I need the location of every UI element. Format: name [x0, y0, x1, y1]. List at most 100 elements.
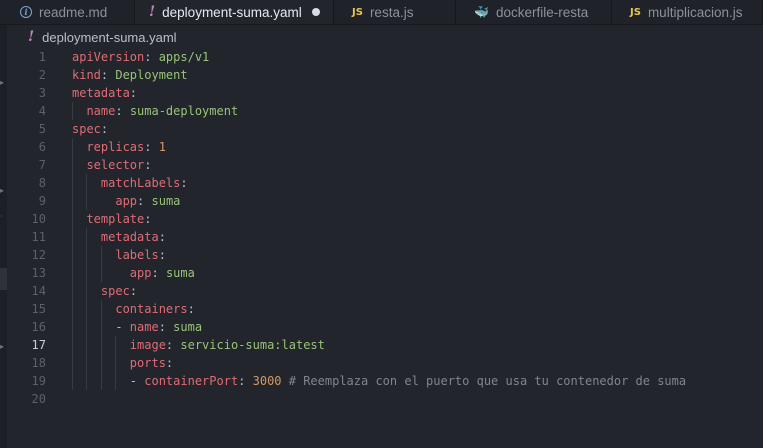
- code-text: apiVersion: apps/v1: [72, 48, 209, 66]
- code-line[interactable]: 11 metadata:: [7, 228, 763, 246]
- code-line[interactable]: 6 replicas: 1: [7, 138, 763, 156]
- yaml-separator: :: [100, 68, 116, 82]
- info-icon: i: [20, 6, 32, 18]
- code-text: ports:: [72, 354, 173, 372]
- yaml-separator: :: [144, 140, 159, 154]
- unsaved-changes-dot-icon[interactable]: [311, 8, 320, 16]
- code-line[interactable]: 14 spec:: [7, 282, 763, 300]
- yaml-separator: :: [158, 230, 166, 244]
- line-number: 8: [38, 176, 46, 190]
- yaml-key: name: [86, 104, 116, 118]
- yaml-separator: :: [144, 212, 152, 226]
- code-text: labels:: [72, 246, 166, 264]
- line-number: 5: [38, 122, 46, 136]
- code-text: name: suma-deployment: [72, 102, 238, 120]
- yaml-separator: :: [158, 248, 166, 262]
- sidebar-selected-item[interactable]: [0, 268, 7, 290]
- breadcrumb[interactable]: ! deployment-suma.yaml: [28, 28, 177, 46]
- yaml-value: Deployment: [115, 68, 188, 82]
- code-line[interactable]: 20: [7, 390, 763, 408]
- yaml-key: app: [129, 266, 152, 280]
- code-line[interactable]: 7 selector:: [7, 156, 763, 174]
- yaml-separator: :: [137, 194, 152, 208]
- docker-whale-icon: 🐳: [474, 5, 489, 19]
- line-number: 3: [38, 86, 46, 100]
- yaml-separator: :: [129, 284, 138, 298]
- line-number: 19: [31, 374, 46, 388]
- line-number: 12: [31, 248, 46, 262]
- code-editor[interactable]: 1 apiVersion: apps/v1 2 kind: Deployment 3 me…: [7, 48, 763, 448]
- line-number: 18: [31, 356, 46, 370]
- code-text: spec:: [72, 120, 108, 138]
- yaml-value: apps/v1: [158, 50, 210, 64]
- yaml-key: name: [129, 320, 159, 334]
- code-line[interactable]: 5 spec:: [7, 120, 763, 138]
- tab-label: dockerfile-resta: [495, 4, 589, 20]
- tab-multiplicacion-js[interactable]: JS multiplicacion.js: [612, 0, 763, 24]
- line-number: 7: [38, 158, 46, 172]
- yaml-value: 1: [158, 140, 166, 154]
- yaml-key: containerPort: [144, 374, 239, 388]
- line-number: 2: [38, 68, 46, 82]
- breadcrumb-file: deployment-suma.yaml: [42, 29, 177, 45]
- yaml-separator: :: [238, 374, 253, 388]
- line-number: 9: [38, 194, 46, 208]
- code-line[interactable]: 16 - name: suma: [7, 318, 763, 336]
- tab-readme[interactable]: i readme.md: [0, 0, 135, 24]
- tab-dockerfile-resta[interactable]: 🐳 dockerfile-resta: [456, 0, 612, 24]
- yaml-key: template: [86, 212, 145, 226]
- yaml-key: selector: [86, 158, 145, 172]
- yaml-key: kind: [72, 68, 101, 82]
- code-line[interactable]: 12 labels:: [7, 246, 763, 264]
- tab-label: deployment-suma.yaml: [162, 4, 302, 20]
- line-number: 1: [38, 50, 46, 64]
- yaml-separator: :: [144, 50, 159, 64]
- line-number: 6: [38, 140, 46, 154]
- code-line[interactable]: 10 template:: [7, 210, 763, 228]
- code-line[interactable]: 18 ports:: [7, 354, 763, 372]
- yaml-value: servicio-suma:latest: [180, 338, 325, 352]
- line-number: 14: [31, 284, 46, 298]
- tab-label: multiplicacion.js: [647, 4, 743, 20]
- yaml-separator: :: [165, 356, 174, 370]
- code-line[interactable]: 17 image: servicio-suma:latest: [7, 336, 763, 354]
- yaml-separator: :: [144, 158, 152, 172]
- tab-resta-js[interactable]: JS resta.js: [334, 0, 456, 24]
- yaml-key: metadata: [72, 86, 130, 100]
- tab-deployment-suma[interactable]: ! deployment-suma.yaml: [135, 0, 334, 24]
- yaml-key: matchLabels: [100, 176, 181, 190]
- yaml-value: suma-deployment: [129, 104, 239, 118]
- yaml-key: labels: [115, 248, 159, 262]
- code-line[interactable]: 4 name: suma-deployment: [7, 102, 763, 120]
- yaml-key: spec: [100, 284, 130, 298]
- line-number: 20: [31, 392, 46, 406]
- line-number: 15: [31, 302, 46, 316]
- code-text: matchLabels:: [72, 174, 188, 192]
- indent: -: [72, 374, 145, 388]
- tab-label: resta.js: [369, 4, 414, 20]
- js-icon: JS: [630, 6, 641, 18]
- yaml-separator: :: [187, 302, 195, 316]
- code-line[interactable]: 3 metadata:: [7, 84, 763, 102]
- code-line[interactable]: 13 app: suma: [7, 264, 763, 282]
- line-number: 10: [31, 212, 46, 226]
- yaml-value: suma: [165, 266, 195, 280]
- code-line[interactable]: 19 - containerPort: 3000 # Reemplaza con…: [7, 372, 763, 390]
- code-line[interactable]: 1 apiVersion: apps/v1: [7, 48, 763, 66]
- activity-bar: ▸ ▸ · ▸: [0, 0, 7, 448]
- code-text: - containerPort: 3000 # Reemplaza con el…: [72, 372, 686, 390]
- yaml-key: apiVersion: [72, 50, 145, 64]
- code-line[interactable]: 2 kind: Deployment: [7, 66, 763, 84]
- code-line[interactable]: 15 containers:: [7, 300, 763, 318]
- code-line[interactable]: 8 matchLabels:: [7, 174, 763, 192]
- code-line[interactable]: 9 app: suma: [7, 192, 763, 210]
- yaml-value: suma: [151, 194, 181, 208]
